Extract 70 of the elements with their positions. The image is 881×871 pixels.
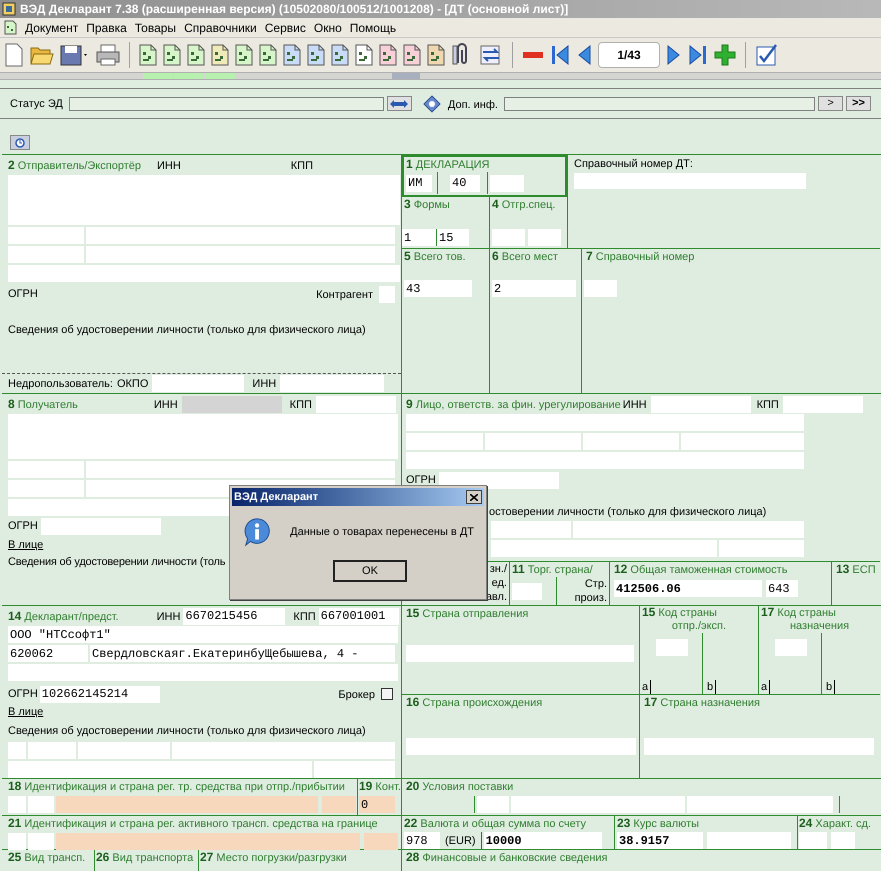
section-label: 16 Страна происхождения (406, 697, 542, 709)
field-label: ОКПО (116, 376, 148, 390)
section-label: 15 Страна отправления (406, 608, 528, 620)
section-label: 2 Отправитель/Экспортёр (8, 158, 141, 172)
section-label: 8 Получатель (8, 396, 78, 412)
section-label: 23 Курс валюты (617, 818, 700, 830)
field-label: Контрагент (316, 288, 373, 300)
field-label: Стр. (584, 577, 607, 591)
section-label: 27 Место погрузки/разгрузки (200, 852, 347, 864)
window-title: ВЭД Декларант 7.38 (расширенная версия) (10502080/100512/1001208) - [ДТ (основной лист)] (20, 1, 568, 18)
section-label: 15 Код страны (642, 606, 717, 620)
field-label: ИНН (156, 610, 180, 622)
note-text: Сведения об удостоверении личности (только для физического лица) (8, 725, 366, 737)
field-label: зн./ (490, 562, 507, 576)
section-label: 4 Отгр.спец. (492, 199, 556, 211)
section-label: 26 Вид транспорта (96, 852, 194, 864)
section-label: 1 ДЕКЛАРАЦИЯ (406, 159, 490, 171)
field-label: ИНН (156, 160, 181, 172)
note-text: Сведения об удостоверении личности (только для физического лица) (8, 324, 366, 336)
field-label: ОГРН (406, 473, 436, 487)
field-label: Брокер (338, 688, 375, 700)
section-label: 22 Валюта и общая сумма по счету (404, 818, 586, 830)
field-label: ОГРН (8, 687, 38, 701)
street-text: Щебышева, 4 - (264, 646, 358, 660)
section-label: 7 Справочный номер (586, 251, 694, 263)
field-label: КПП (290, 160, 313, 172)
section-label: 21 Идентификация и страна рег. активного трансп. средства на границе (8, 818, 378, 830)
city-text: г.Екатеринбу (178, 646, 265, 660)
section-label: 20 Условия поставки (406, 781, 514, 793)
section-label: 14 Декларант/предст. (8, 608, 119, 624)
field-label: Доп. инф. (448, 98, 498, 110)
field-label: ОГРН (8, 287, 38, 301)
field-label: ИНН (622, 398, 647, 410)
field-label: Справочный номер ДТ: (574, 157, 694, 171)
field-label: Статус ЭД (10, 96, 63, 110)
section-label: 13 ЕСП (836, 564, 876, 576)
field-label: ИНН (154, 398, 178, 410)
field-label: КПП (290, 398, 312, 410)
field-label: КПП (293, 610, 316, 622)
section-label: 24 Характ. сд. (799, 818, 871, 830)
section-label: 11 Торг. страна/ (512, 562, 594, 577)
section-label: 19 Конт. (359, 781, 401, 793)
field-label: a (761, 680, 770, 694)
field-label: b (826, 680, 836, 694)
field-label: КПП (756, 398, 779, 410)
section-label: 25 Вид трансп. (8, 852, 86, 864)
field-label: (EUR) (445, 835, 476, 847)
section-label: 17 Страна назначения (644, 697, 760, 709)
section-label: 5 Всего тов. (404, 251, 466, 263)
region-text: Свердловская (92, 646, 178, 660)
field-label: произ. (574, 591, 607, 605)
section-label: отпр./эксп. (672, 620, 726, 633)
section-label: 17 Код страны (761, 606, 836, 620)
section-label: назначения (790, 620, 850, 633)
section-label: 3 Формы (404, 199, 450, 211)
note-text: остоверении личности (только для физического лица) (489, 505, 766, 519)
section-label: 28 Финансовые и банковские сведения (406, 852, 608, 864)
field-label: ОГРН (8, 519, 38, 533)
dialog-title: ВЭД Декларант (234, 490, 318, 505)
field-label: a (642, 680, 652, 694)
section-label: 18 Идентификация и страна рег. тр. средства при отпр./прибытии (8, 781, 345, 793)
section-label: 12 Общая таможенная стоимость (614, 564, 788, 576)
section-label: 9 Лицо, ответств. за фин. урегулирование (406, 396, 621, 412)
field-label: ИНН (252, 378, 276, 390)
field-label: ед. (492, 576, 507, 590)
section-label: 6 Всего мест (492, 251, 558, 263)
dialog-message: Данные о товарах перенесены в ДТ (290, 524, 474, 540)
field-label: Недропользователь: (8, 376, 113, 390)
note-text: Сведения об удостоверении личности (толь (8, 556, 226, 568)
field-label: b (707, 680, 716, 694)
